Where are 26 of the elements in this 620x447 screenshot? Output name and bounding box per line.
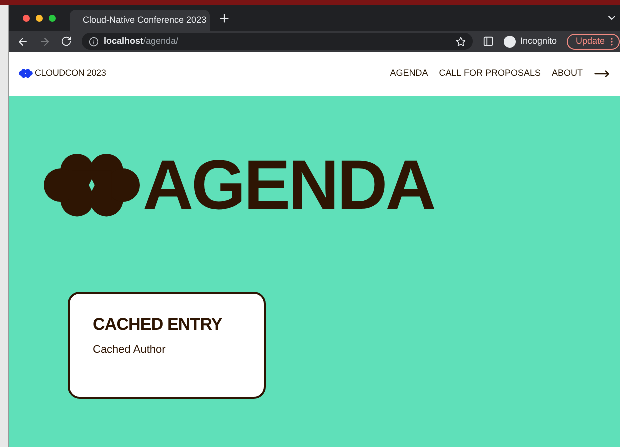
- update-button[interactable]: Update: [566, 34, 620, 50]
- entry-title: CACHED ENTRY: [93, 316, 224, 333]
- cloud-logo-icon: [43, 152, 141, 218]
- new-tab-icon[interactable]: [218, 12, 231, 24]
- agenda-card[interactable]: CACHED ENTRY Cached Author: [68, 292, 266, 399]
- profile-icon[interactable]: [504, 36, 516, 48]
- page-heading: AGENDA: [143, 150, 434, 220]
- browser-tab[interactable]: Cloud-Native Conference 2023: [70, 10, 210, 31]
- nav-link[interactable]: AGENDA: [390, 67, 428, 81]
- star-icon[interactable]: [456, 36, 466, 46]
- info-icon: [89, 36, 99, 46]
- brand-name[interactable]: CLOUDCON 2023: [35, 67, 106, 81]
- address-bar[interactable]: localhost/agenda/: [82, 33, 474, 50]
- profile-label[interactable]: Incognito: [520, 34, 557, 48]
- close-window-icon[interactable]: [23, 14, 30, 22]
- entry-author: Cached Author: [93, 343, 167, 358]
- maximize-window-icon[interactable]: [49, 14, 56, 22]
- forward-icon[interactable]: [39, 36, 51, 48]
- nav-link[interactable]: CALL FOR PROPOSALS: [439, 67, 541, 81]
- back-icon[interactable]: [17, 36, 29, 48]
- cloud-logo-icon: [19, 69, 33, 79]
- side-panel-icon[interactable]: [483, 36, 494, 47]
- nav-link[interactable]: ABOUT: [552, 67, 583, 81]
- minimize-window-icon[interactable]: [36, 14, 43, 22]
- reload-icon[interactable]: [61, 36, 72, 47]
- url-text: localhost/agenda/: [104, 34, 179, 48]
